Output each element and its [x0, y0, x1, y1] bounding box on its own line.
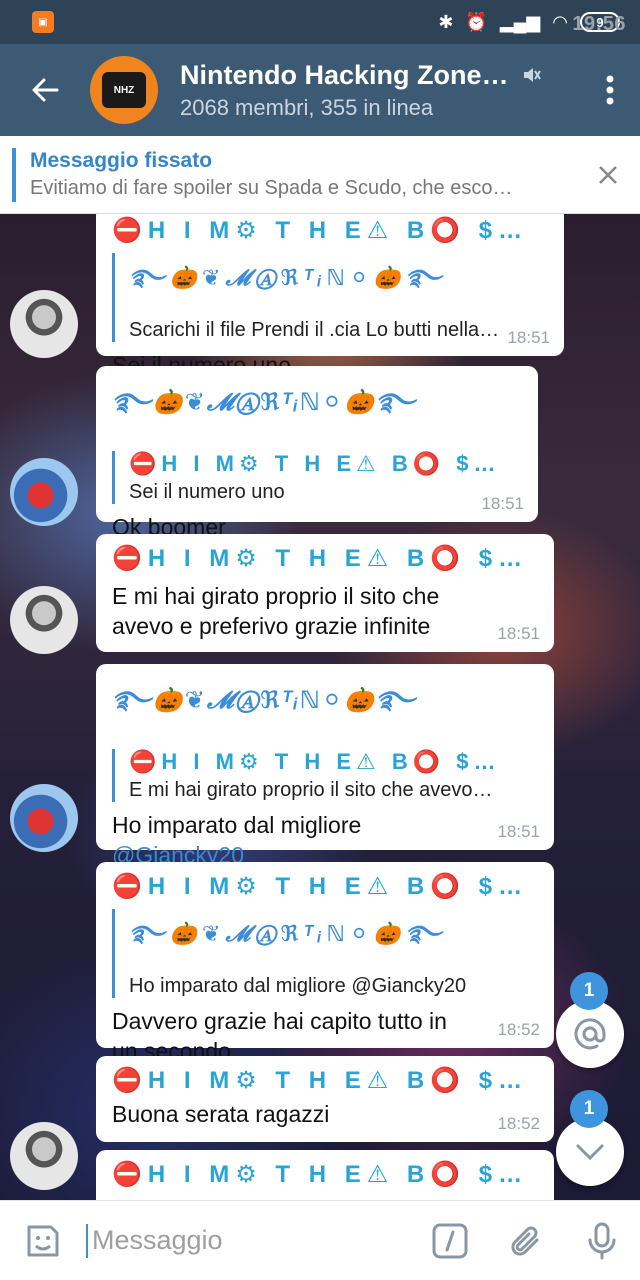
text-caret — [86, 1223, 88, 1258]
sticker-emoji-icon — [27, 1225, 59, 1256]
sender-name: ࿐🎃❦𝓜Ⓐℜᵀᵢℕ⚪🎃࿐ — [112, 389, 417, 416]
avatar[interactable] — [10, 784, 78, 852]
message-text: Ho imparato dal migliore @Giancky20 — [112, 810, 538, 870]
message-time: 18:51 — [507, 328, 550, 347]
pinned-accent-bar — [12, 147, 16, 202]
reply-sender: ࿐🎃❦𝓜Ⓐℜᵀᵢℕ⚪🎃࿐ — [129, 265, 447, 290]
attach-button[interactable] — [488, 1222, 564, 1260]
close-icon — [599, 165, 617, 184]
voice-message-button[interactable] — [564, 1221, 640, 1261]
more-options-button[interactable] — [580, 44, 640, 136]
group-avatar-text: NHZ — [113, 84, 135, 96]
avatar[interactable] — [10, 1122, 78, 1190]
bot-commands-button[interactable] — [412, 1222, 488, 1260]
back-button[interactable] — [0, 44, 90, 136]
message-time: 18:51 — [497, 822, 540, 841]
reply-sender: ࿐🎃❦𝓜Ⓐℜᵀᵢℕ⚪🎃࿐ — [129, 921, 447, 946]
reply-sender: ⛔H I M⚙ T H E⚠ B⭕ $… — [129, 451, 501, 476]
avatar[interactable] — [10, 586, 78, 654]
close-pinned-button[interactable] — [576, 165, 640, 185]
message-time: 18:51 — [497, 624, 540, 643]
chat-subtitle: 2068 membri, 355 in linea — [180, 94, 434, 120]
message-bubble[interactable]: ⛔H I M⚙ T H E⚠ B⭕ $… Buona serata ragazz… — [96, 1056, 554, 1142]
status-bar: 19:56 ▣ ✱ ⏰ ▂▄▆ ◠ 9 — [0, 0, 640, 44]
slash-command-icon — [432, 1223, 468, 1258]
sender-name: ⛔H I M⚙ T H E⚠ B⭕ $… — [112, 545, 529, 572]
mentions-count-badge: 1 — [570, 972, 608, 1010]
reply-preview[interactable]: ࿐🎃❦𝓜Ⓐℜᵀᵢℕ⚪🎃࿐ Ho imparato dal migliore @G… — [112, 909, 538, 998]
signal-icon: ▂▄▆ — [499, 11, 541, 32]
bluetooth-icon: ✱ — [438, 11, 454, 32]
group-avatar[interactable]: NHZ — [90, 56, 158, 124]
message-bubble[interactable]: ⛔H I M⚙ T H E⚠ B⭕ $… E mi hai girato pro… — [96, 534, 554, 652]
message-bubble[interactable]: ⛔H I M⚙ T H E⚠ B⭕ $… ࿐🎃❦𝓜Ⓐℜᵀᵢℕ⚪🎃࿐ Ho imp… — [96, 862, 554, 1064]
arrow-left-icon — [32, 78, 59, 102]
pinned-label: Messaggio fissato — [30, 149, 213, 172]
message-text: E mi hai girato proprio il sito che avev… — [112, 583, 440, 639]
sender-name: ⛔H I M⚙ T H E⚠ B⭕ $… — [112, 217, 529, 244]
more-vert-icon — [606, 75, 614, 105]
reply-text: Sei il numero uno — [129, 481, 285, 503]
chat-title: Nintendo Hacking Zone… — [180, 59, 509, 90]
avatar[interactable] — [10, 290, 78, 358]
chat-header: NHZ Nintendo Hacking Zone… 2068 membri, … — [0, 44, 640, 136]
reply-text: E mi hai girato proprio il sito che avev… — [129, 779, 493, 801]
message-input[interactable]: Messaggio — [86, 1223, 412, 1258]
chat-area[interactable]: ⛔H I M⚙ T H E⚠ B⭕ $… ࿐🎃❦𝓜Ⓐℜᵀᵢℕ⚪🎃࿐ Scaric… — [0, 214, 640, 1200]
pinned-message[interactable]: Messaggio fissato Evitiamo di fare spoil… — [0, 136, 640, 214]
scroll-down-button[interactable]: 1 — [556, 1090, 624, 1186]
wifi-icon: ◠ — [552, 11, 568, 32]
message-text: Buona serata ragazzi — [112, 1101, 330, 1127]
paperclip-icon — [511, 1226, 539, 1256]
message-time: 18:52 — [497, 1114, 540, 1133]
message-bubble[interactable]: ࿐🎃❦𝓜Ⓐℜᵀᵢℕ⚪🎃࿐ ⛔H I M⚙ T H E⚠ B⭕ $… E mi h… — [96, 664, 554, 868]
sender-name: ࿐🎃❦𝓜Ⓐℜᵀᵢℕ⚪🎃࿐ — [112, 687, 417, 714]
console-icon: NHZ — [102, 72, 146, 108]
emoji-button[interactable] — [0, 1221, 86, 1261]
chat-title-box[interactable]: Nintendo Hacking Zone… 2068 membri, 355 … — [180, 60, 580, 121]
sender-name: ⛔H I M⚙ T H E⚠ B⭕ $… — [112, 873, 529, 900]
message-time: 18:52 — [497, 1020, 540, 1039]
muted-icon — [523, 68, 541, 82]
mentions-button[interactable]: 1 — [556, 972, 624, 1068]
reply-preview[interactable]: ⛔H I M⚙ T H E⚠ B⭕ $… Sei il numero uno — [112, 451, 522, 504]
message-bubble[interactable]: ࿐🎃❦𝓜Ⓐℜᵀᵢℕ⚪🎃࿐ ⛔H I M⚙ T H E⚠ B⭕ $… Sei il… — [96, 366, 538, 540]
reply-preview[interactable]: ࿐🎃❦𝓜Ⓐℜᵀᵢℕ⚪🎃࿐ Scarichi il file Prendi il … — [112, 253, 548, 342]
sender-name: ⛔H I M⚙ T H E⚠ B⭕ $… — [112, 1161, 529, 1188]
unread-count-badge: 1 — [570, 1090, 608, 1128]
pinned-text: Evitiamo di fare spoiler su Spada e Scud… — [30, 177, 513, 199]
microphone-icon — [588, 1222, 616, 1259]
message-bubble[interactable]: ⛔H I M⚙ T H E⚠ B⭕ $… ࿐🎃❦𝓜Ⓐℜᵀᵢℕ⚪🎃࿐ Scaric… — [96, 214, 564, 378]
chevron-down-icon — [576, 1144, 604, 1161]
alarm-icon: ⏰ — [465, 11, 488, 32]
message-text-body: Ho imparato dal migliore — [112, 812, 362, 838]
reply-text: Ho imparato dal migliore @Giancky20 — [129, 975, 467, 997]
reply-sender: ⛔H I M⚙ T H E⚠ B⭕ $… — [129, 749, 501, 774]
status-time: 19:56 — [572, 13, 626, 35]
message-bubble[interactable]: ⛔H I M⚙ T H E⚠ B⭕ $… — [96, 1150, 554, 1200]
message-input-bar: Messaggio — [0, 1200, 640, 1280]
message-input-placeholder: Messaggio — [92, 1225, 223, 1255]
sender-name: ⛔H I M⚙ T H E⚠ B⭕ $… — [112, 1067, 529, 1094]
reply-preview[interactable]: ⛔H I M⚙ T H E⚠ B⭕ $… E mi hai girato pro… — [112, 749, 538, 802]
avatar[interactable] — [10, 458, 78, 526]
at-icon — [574, 1018, 606, 1050]
reply-text: Scarichi il file Prendi il .cia Lo butti… — [129, 319, 500, 341]
message-time: 18:51 — [481, 494, 524, 513]
notification-app-icon: ▣ — [32, 11, 54, 33]
